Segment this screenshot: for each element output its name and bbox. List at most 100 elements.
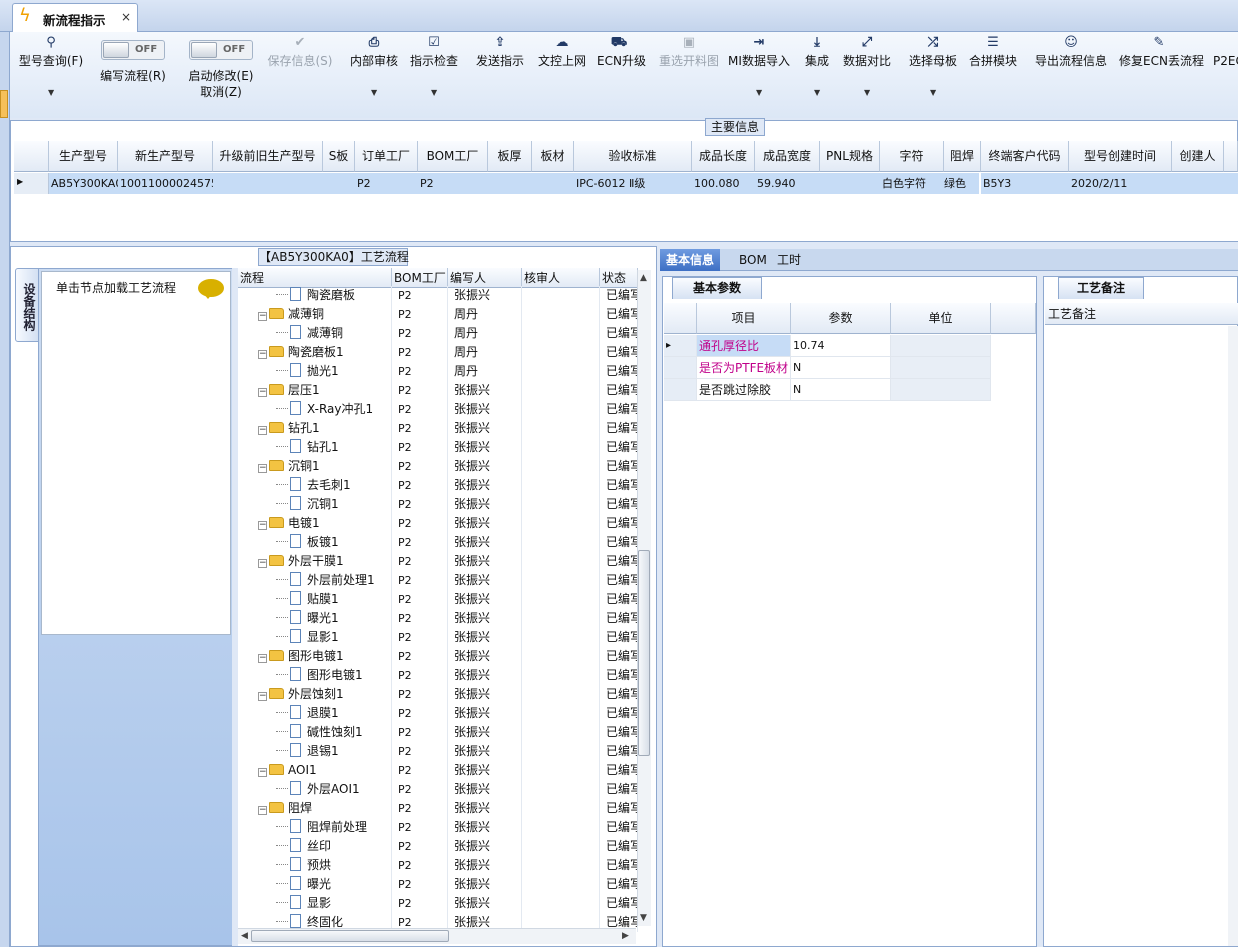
- toolbar-button-14[interactable]: ☰ 合拼模块: [968, 32, 1018, 118]
- params-value-cell[interactable]: N: [791, 357, 891, 379]
- toolbar-button-10[interactable]: ⇥ MI数据导入 ▼: [728, 32, 790, 118]
- toolbar-button-5[interactable]: ☑ 指示检查 ▼: [408, 32, 460, 118]
- tree-row[interactable]: 陶瓷磨板 P2 张振兴 已编写: [238, 286, 638, 305]
- tree-row[interactable]: 钻孔1 P2 张振兴 已编写: [238, 438, 638, 457]
- params-row-selector[interactable]: ▸: [664, 335, 697, 357]
- toolbar-button-12[interactable]: ⤢ 数据对比 ▼: [843, 32, 891, 118]
- tree-node[interactable]: 图形电镀1: [238, 666, 392, 685]
- row-selector[interactable]: ▶: [14, 173, 49, 194]
- tree-node[interactable]: 抛光1: [238, 362, 392, 381]
- main-col-header-0[interactable]: 生产型号: [49, 141, 118, 172]
- tree-node[interactable]: 陶瓷磨板: [238, 286, 392, 305]
- tree-node[interactable]: − 陶瓷磨板1: [238, 343, 392, 362]
- tree-row[interactable]: − 外层干膜1 P2 张振兴 已编写: [238, 552, 638, 571]
- dropdown-arrow-icon[interactable]: ▼: [371, 88, 377, 97]
- tree-row[interactable]: 阻焊前处理 P2 张振兴 已编写: [238, 818, 638, 837]
- params-item-cell[interactable]: 是否跳过除胶: [697, 379, 791, 401]
- tree-row[interactable]: 退膜1 P2 张振兴 已编写: [238, 704, 638, 723]
- tree-node[interactable]: X-Ray冲孔1: [238, 400, 392, 419]
- tree-node[interactable]: 显影1: [238, 628, 392, 647]
- collapse-icon[interactable]: −: [258, 312, 267, 321]
- tree-node[interactable]: − 沉铜1: [238, 457, 392, 476]
- tree-node[interactable]: − 图形电镀1: [238, 647, 392, 666]
- params-value-cell[interactable]: 10.74: [791, 335, 891, 357]
- main-cell-11[interactable]: [820, 173, 880, 194]
- node-list[interactable]: [41, 271, 231, 635]
- params-row-selector[interactable]: [664, 379, 697, 401]
- toolbar-button-0[interactable]: ⚲ 型号查询(F) ▼: [18, 32, 84, 118]
- main-col-header-13[interactable]: 阻焊: [944, 141, 981, 172]
- tree-node[interactable]: 贴膜1: [238, 590, 392, 609]
- tree-node[interactable]: 退膜1: [238, 704, 392, 723]
- tab-work-hours[interactable]: 工时: [771, 249, 807, 271]
- document-tab[interactable]: ϟ 新流程指示 ×: [12, 3, 138, 32]
- params-unit-cell[interactable]: [891, 357, 991, 379]
- tree-node[interactable]: − 减薄铜: [238, 305, 392, 324]
- tree-node[interactable]: 阻焊前处理: [238, 818, 392, 837]
- main-col-header-14[interactable]: 终端客户代码: [981, 141, 1069, 172]
- tree-row[interactable]: − AOI1 P2 张振兴 已编写: [238, 761, 638, 780]
- tree-node[interactable]: 碱性蚀刻1: [238, 723, 392, 742]
- main-col-header-7[interactable]: 板材: [532, 141, 574, 172]
- toolbar-button-4[interactable]: ⎙ 内部审核 ▼: [346, 32, 402, 118]
- tree-col-header-0[interactable]: 流程: [238, 268, 392, 288]
- main-cell-5[interactable]: P2: [418, 173, 488, 194]
- tree-node[interactable]: 沉铜1: [238, 495, 392, 514]
- tree-row[interactable]: − 沉铜1 P2 张振兴 已编写: [238, 457, 638, 476]
- tree-node[interactable]: 预烘: [238, 856, 392, 875]
- tree-node[interactable]: − 层压1: [238, 381, 392, 400]
- main-col-header-11[interactable]: PNL规格: [820, 141, 880, 172]
- main-col-header-3[interactable]: S板: [323, 141, 355, 172]
- tree-node[interactable]: 外层AOI1: [238, 780, 392, 799]
- dropdown-arrow-icon[interactable]: ▼: [431, 88, 437, 97]
- main-cell-3[interactable]: [323, 173, 355, 194]
- main-cell-6[interactable]: [488, 173, 532, 194]
- main-cell-9[interactable]: 100.080: [692, 173, 755, 194]
- tree-row[interactable]: 图形电镀1 P2 张振兴 已编写: [238, 666, 638, 685]
- tree-row[interactable]: 外层前处理1 P2 张振兴 已编写: [238, 571, 638, 590]
- collapse-icon[interactable]: −: [258, 350, 267, 359]
- tree-node[interactable]: − 外层蚀刻1: [238, 685, 392, 704]
- main-cell-1[interactable]: 10011000024575: [118, 173, 213, 194]
- tree-row[interactable]: − 减薄铜 P2 周丹 已编写: [238, 305, 638, 324]
- params-unit-cell[interactable]: [891, 335, 991, 357]
- dropdown-arrow-icon[interactable]: ▼: [930, 88, 936, 97]
- main-cell-13[interactable]: 绿色: [942, 173, 979, 194]
- tree-row[interactable]: 显影 P2 张振兴 已编写: [238, 894, 638, 913]
- main-col-header-15[interactable]: 型号创建时间: [1069, 141, 1172, 172]
- tab-bom[interactable]: BOM: [733, 249, 773, 271]
- tree-node[interactable]: 板镀1: [238, 533, 392, 552]
- close-tab-icon[interactable]: ×: [121, 10, 131, 24]
- collapse-icon[interactable]: −: [258, 426, 267, 435]
- collapse-icon[interactable]: −: [258, 654, 267, 663]
- collapse-icon[interactable]: −: [258, 521, 267, 530]
- tree-row[interactable]: 曝光 P2 张振兴 已编写: [238, 875, 638, 894]
- tree-node[interactable]: − 钻孔1: [238, 419, 392, 438]
- toolbar-button-7[interactable]: ☁ 文控上网: [535, 32, 589, 118]
- collapse-icon[interactable]: −: [258, 806, 267, 815]
- tree-row[interactable]: − 电镀1 P2 张振兴 已编写: [238, 514, 638, 533]
- toolbar-button-2[interactable]: OFF 启动修改(E) 取消(Z): [180, 32, 262, 118]
- tree-node[interactable]: 退锡1: [238, 742, 392, 761]
- toolbar-button-13[interactable]: ⤮ 选择母板 ▼: [905, 32, 961, 118]
- main-cell-10[interactable]: 59.940: [755, 173, 820, 194]
- scroll-up-arrow-icon[interactable]: ▲: [640, 273, 647, 283]
- toolbar-button-17[interactable]: P2EC: [1213, 32, 1238, 118]
- toolbar-button-1[interactable]: OFF 编写流程(R): [95, 32, 171, 118]
- tree-horizontal-scroll-thumb[interactable]: [251, 930, 449, 942]
- tree-vertical-scroll-thumb[interactable]: [638, 550, 650, 756]
- tree-row[interactable]: 贴膜1 P2 张振兴 已编写: [238, 590, 638, 609]
- tree-row[interactable]: − 阻焊 P2 张振兴 已编写: [238, 799, 638, 818]
- main-cell-15[interactable]: 2020/2/11: [1069, 173, 1172, 194]
- tree-row[interactable]: 碱性蚀刻1 P2 张振兴 已编写: [238, 723, 638, 742]
- tree-col-header-1[interactable]: BOM工厂: [392, 268, 448, 288]
- tree-node[interactable]: 钻孔1: [238, 438, 392, 457]
- scroll-left-arrow-icon[interactable]: ◀: [241, 931, 248, 941]
- tree-row[interactable]: 丝印 P2 张振兴 已编写: [238, 837, 638, 856]
- main-col-header-5[interactable]: BOM工厂: [418, 141, 488, 172]
- main-cell-8[interactable]: IPC-6012 Ⅱ级: [574, 173, 692, 194]
- main-cell-4[interactable]: P2: [355, 173, 418, 194]
- tree-node[interactable]: 去毛刺1: [238, 476, 392, 495]
- toggle-switch[interactable]: OFF: [189, 40, 253, 60]
- collapse-icon[interactable]: −: [258, 388, 267, 397]
